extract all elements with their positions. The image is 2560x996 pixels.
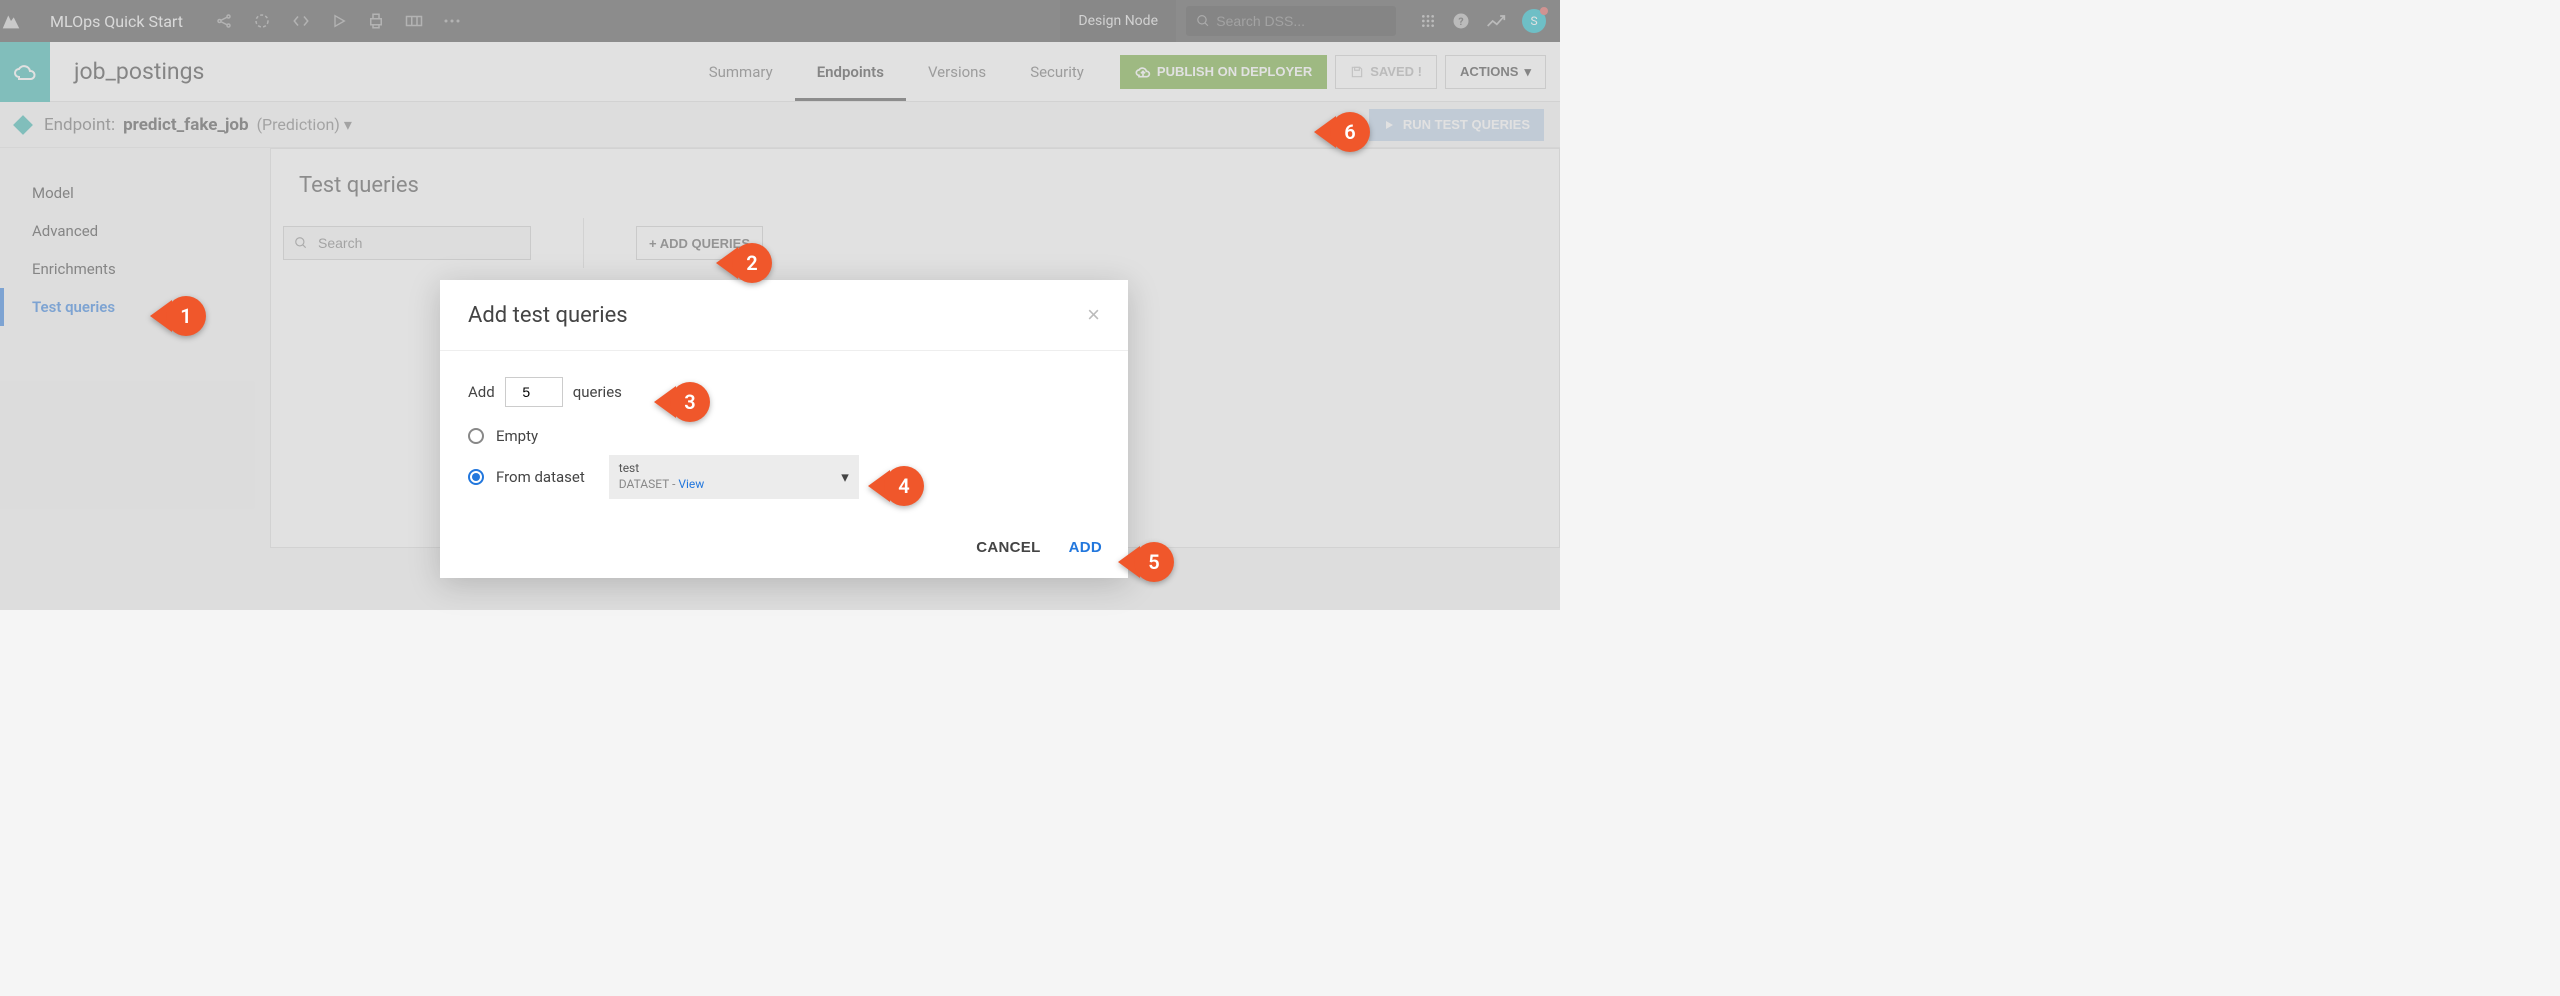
dataset-sub-prefix: DATASET - [619, 477, 679, 491]
cancel-button[interactable]: CANCEL [976, 539, 1040, 556]
add-button[interactable]: ADD [1069, 539, 1102, 556]
add-test-queries-modal: Add test queries × Add queries Empty Fro… [440, 280, 1128, 578]
option-from-dataset-label: From dataset [496, 468, 585, 486]
modal-title: Add test queries [468, 303, 628, 328]
add-suffix-label: queries [573, 383, 622, 401]
chevron-down-icon: ▾ [841, 468, 849, 486]
dataset-view-link[interactable]: View [678, 477, 704, 491]
dataset-select[interactable]: test DATASET - View ▾ [609, 455, 859, 499]
radio-empty[interactable] [468, 428, 484, 444]
radio-from-dataset[interactable] [468, 469, 484, 485]
dataset-name: test [619, 461, 705, 477]
option-empty-label: Empty [496, 427, 538, 445]
query-count-input[interactable] [505, 377, 563, 407]
add-prefix-label: Add [468, 383, 495, 401]
close-icon[interactable]: × [1087, 302, 1100, 328]
